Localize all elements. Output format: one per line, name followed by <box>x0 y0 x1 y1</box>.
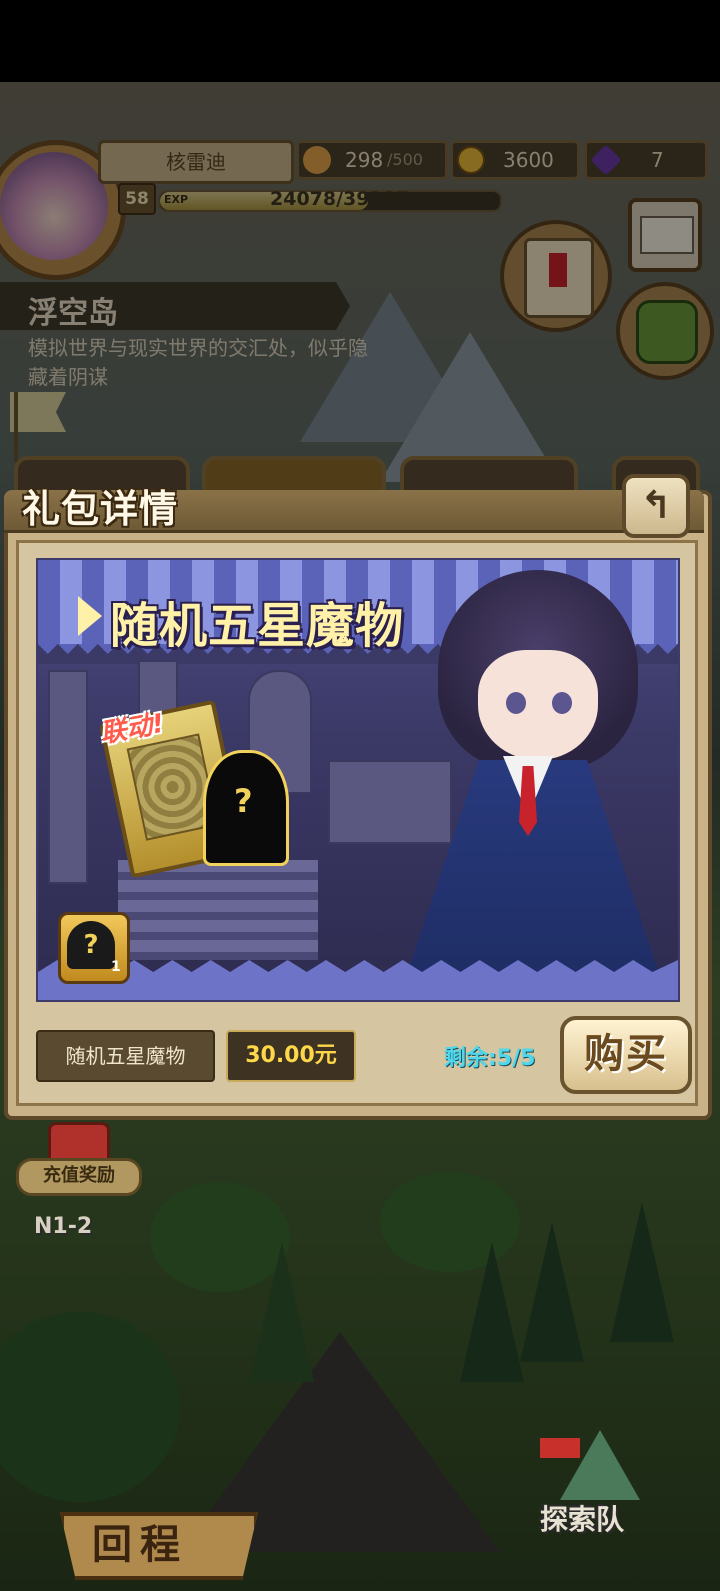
pillar <box>48 670 88 884</box>
statue-base <box>328 760 452 844</box>
recharge-stage: N1-2 <box>34 1214 93 1239</box>
mystery-monster-icon: ? <box>67 921 115 969</box>
banner-title: 随机五星魔物 <box>110 598 405 654</box>
question-mark-icon: ? <box>234 782 253 820</box>
flag-icon <box>540 1438 580 1458</box>
remaining-stock: 剩余:5/5 <box>444 1046 536 1071</box>
return-label: 回程 <box>92 1522 188 1568</box>
explore-team-label: 探索队 <box>540 1503 625 1536</box>
back-button[interactable]: ↰ <box>622 474 690 538</box>
title-arrow-icon <box>78 596 102 636</box>
modal-title: 礼包详情 <box>22 487 179 531</box>
item-price: 30.00元 <box>226 1030 356 1082</box>
reward-item-badge[interactable]: ? 1 <box>58 912 130 984</box>
item-name: 随机五星魔物 <box>36 1030 215 1082</box>
reward-count: 1 <box>111 959 121 975</box>
character-face <box>478 650 598 760</box>
recharge-reward-label: 充值奖励 <box>16 1158 142 1196</box>
recharge-reward-button[interactable]: 充值奖励 <box>16 1118 142 1218</box>
buy-button[interactable]: 购买 <box>560 1016 692 1094</box>
gift-banner-art: 随机五星魔物 联动! ? ? 1 <box>36 558 680 1002</box>
back-arrow-icon: ↰ <box>640 483 672 527</box>
